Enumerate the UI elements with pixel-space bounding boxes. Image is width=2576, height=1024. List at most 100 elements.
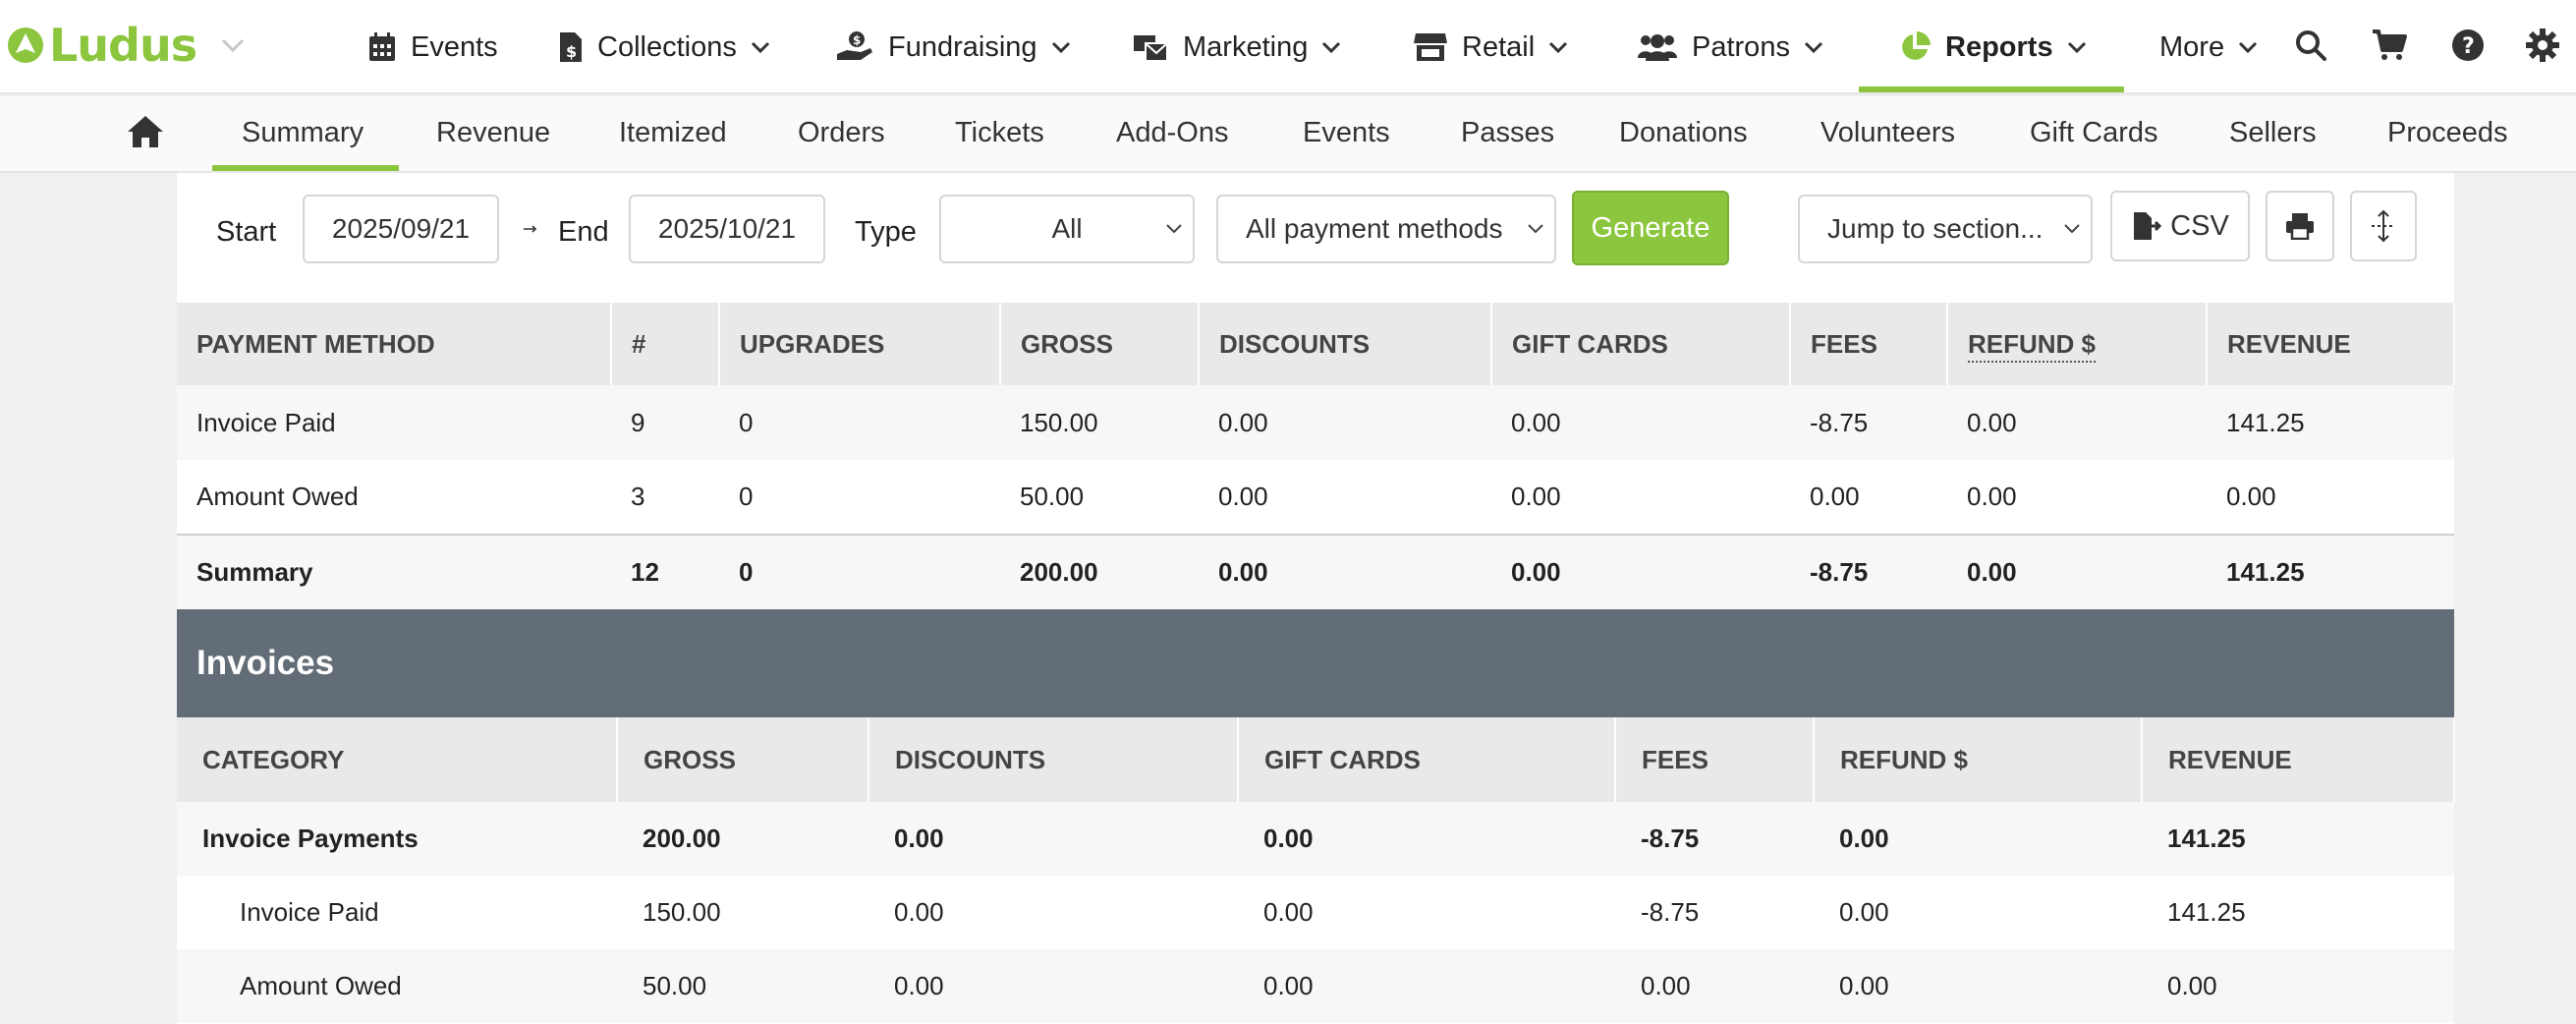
svg-text:?: ? bbox=[2462, 34, 2475, 59]
column-header[interactable]: Revenue bbox=[2207, 303, 2455, 385]
chevron-down-icon bbox=[751, 41, 769, 54]
table-cell: 141.25 bbox=[2142, 802, 2454, 876]
table-cell: 0 bbox=[719, 385, 1000, 460]
table-cell: Amount Owed bbox=[177, 949, 617, 1023]
expand-button[interactable] bbox=[2350, 191, 2417, 261]
payment-method-select[interactable]: All payment methods bbox=[1216, 195, 1556, 263]
nav-marketing[interactable]: Marketing bbox=[1132, 0, 1341, 94]
table-cell: 0.00 bbox=[1263, 897, 1314, 927]
table-cell: -8.75 bbox=[1790, 385, 1947, 460]
refund-tooltip-label[interactable]: Refund $ bbox=[1968, 328, 2097, 363]
column-header[interactable]: Gross bbox=[1000, 303, 1200, 385]
nav-patrons[interactable]: Patrons bbox=[1637, 0, 1823, 94]
chevron-down-icon bbox=[2239, 41, 2258, 54]
nav-collections[interactable]: $ Collections bbox=[558, 0, 770, 94]
tab-passes[interactable]: Passes bbox=[1461, 96, 1554, 173]
column-header[interactable]: Gift Cards bbox=[1491, 303, 1791, 385]
chevron-down-icon bbox=[1051, 41, 1070, 54]
tab-revenue[interactable]: Revenue bbox=[436, 96, 550, 173]
nav-retail-label: Retail bbox=[1462, 30, 1536, 63]
end-date-input[interactable]: 2025/10/21 bbox=[629, 195, 825, 263]
table-cell: 141.25 bbox=[2207, 534, 2454, 609]
home-icon[interactable] bbox=[126, 114, 165, 149]
nav-fundraising-label: Fundraising bbox=[888, 30, 1037, 63]
help-button[interactable]: ? bbox=[2448, 26, 2488, 65]
report-panel: Start 2025/09/21 End 2025/10/21 Type All… bbox=[177, 173, 2455, 1024]
nav-more-label: More bbox=[2159, 30, 2225, 63]
file-export-icon bbox=[2134, 212, 2162, 240]
expand-vertical-icon bbox=[2372, 209, 2395, 243]
column-header[interactable]: # bbox=[611, 303, 720, 385]
chart-pie-icon bbox=[1902, 31, 1931, 60]
gear-icon bbox=[2526, 28, 2559, 62]
table-cell: 141.25 bbox=[2167, 897, 2246, 927]
chevron-down-icon bbox=[1322, 41, 1341, 54]
column-header-refund[interactable]: Refund $ bbox=[1947, 303, 2208, 385]
settings-button[interactable] bbox=[2523, 26, 2562, 65]
nav-fundraising[interactable]: $ Fundraising bbox=[835, 0, 1071, 94]
csv-export-button[interactable]: CSV bbox=[2110, 191, 2250, 261]
column-header[interactable]: Revenue bbox=[2142, 717, 2455, 802]
table-cell: 0.00 bbox=[1615, 949, 1814, 1023]
table-cell: 0.00 bbox=[1947, 534, 2207, 609]
table-cell: 0.00 bbox=[1491, 385, 1790, 460]
generate-button[interactable]: Generate bbox=[1572, 191, 1729, 265]
nav-reports[interactable]: Reports bbox=[1898, 0, 2087, 94]
table-row: Invoice Paid 9 0 150.00 0.00 0.00 -8.75 … bbox=[177, 385, 2454, 460]
table-cell: -8.75 bbox=[1615, 802, 1814, 876]
table-cell: 0.00 bbox=[1947, 385, 2207, 460]
table-cell: 0.00 bbox=[1814, 802, 2142, 876]
tab-add-ons[interactable]: Add-Ons bbox=[1116, 96, 1228, 173]
nav-retail[interactable]: Retail bbox=[1413, 0, 1568, 94]
chevron-down-icon bbox=[1166, 224, 1182, 234]
tab-donations[interactable]: Donations bbox=[1619, 96, 1748, 173]
jump-to-section-select[interactable]: Jump to section... bbox=[1798, 195, 2093, 263]
column-header[interactable]: Fees bbox=[1790, 303, 1948, 385]
search-button[interactable] bbox=[2291, 26, 2330, 65]
chevron-down-icon bbox=[1549, 41, 1568, 54]
brand-logo[interactable]: Ludus bbox=[6, 18, 246, 73]
table-cell: 0 bbox=[739, 482, 754, 511]
tab-orders[interactable]: Orders bbox=[798, 96, 885, 173]
table-cell: 0.00 bbox=[894, 897, 944, 927]
type-select[interactable]: All bbox=[939, 195, 1195, 263]
tab-itemized[interactable]: Itemized bbox=[619, 96, 727, 173]
tab-proceeds[interactable]: Proceeds bbox=[2387, 96, 2508, 173]
type-select-value: All bbox=[1051, 213, 1083, 244]
jump-select-value: Jump to section... bbox=[1827, 213, 2044, 244]
column-header[interactable]: Fees bbox=[1615, 717, 1815, 802]
column-header[interactable]: Category bbox=[177, 717, 618, 802]
column-header[interactable]: Payment Method bbox=[177, 303, 612, 385]
print-button[interactable] bbox=[2266, 191, 2334, 261]
tab-tickets[interactable]: Tickets bbox=[955, 96, 1044, 173]
cart-button[interactable] bbox=[2370, 26, 2409, 65]
start-date-input[interactable]: 2025/09/21 bbox=[303, 195, 499, 263]
table-cell: 0.00 bbox=[1511, 482, 1561, 511]
column-header[interactable]: Discounts bbox=[1199, 303, 1492, 385]
tab-summary[interactable]: Summary bbox=[242, 96, 364, 173]
start-label: Start bbox=[216, 216, 277, 248]
hand-holding-dollar-icon: $ bbox=[837, 31, 872, 60]
tab-sellers[interactable]: Sellers bbox=[2229, 96, 2317, 173]
nav-marketing-label: Marketing bbox=[1183, 30, 1309, 63]
tab-gift-cards[interactable]: Gift Cards bbox=[2030, 96, 2158, 173]
chevron-down-icon[interactable] bbox=[220, 36, 246, 54]
invoices-table: Category Gross Discounts Gift Cards Fees… bbox=[177, 717, 2455, 1023]
table-row: Amount Owed 50.00 0.00 0.00 0.00 0.00 0.… bbox=[177, 949, 2454, 1023]
column-header[interactable]: Gift Cards bbox=[1238, 717, 1616, 802]
column-header[interactable]: Discounts bbox=[868, 717, 1239, 802]
calendar-icon bbox=[369, 32, 395, 61]
tab-volunteers[interactable]: Volunteers bbox=[1820, 96, 1955, 173]
table-cell: 0.00 bbox=[1814, 949, 2142, 1023]
nav-active-indicator bbox=[1859, 86, 2124, 92]
chevron-down-icon bbox=[2067, 41, 2086, 54]
tab-events[interactable]: Events bbox=[1303, 96, 1390, 173]
table-cell: 0.00 bbox=[1238, 949, 1615, 1023]
nav-more[interactable]: More bbox=[2159, 0, 2258, 94]
top-navigation: Ludus Events $ Collections $ Fundraising bbox=[0, 0, 2576, 94]
column-header[interactable]: Refund $ bbox=[1814, 717, 2143, 802]
column-header[interactable]: Upgrades bbox=[719, 303, 1001, 385]
column-header[interactable]: Gross bbox=[617, 717, 869, 802]
nav-events[interactable]: Events bbox=[367, 0, 498, 94]
ludus-logo-icon bbox=[8, 28, 43, 63]
